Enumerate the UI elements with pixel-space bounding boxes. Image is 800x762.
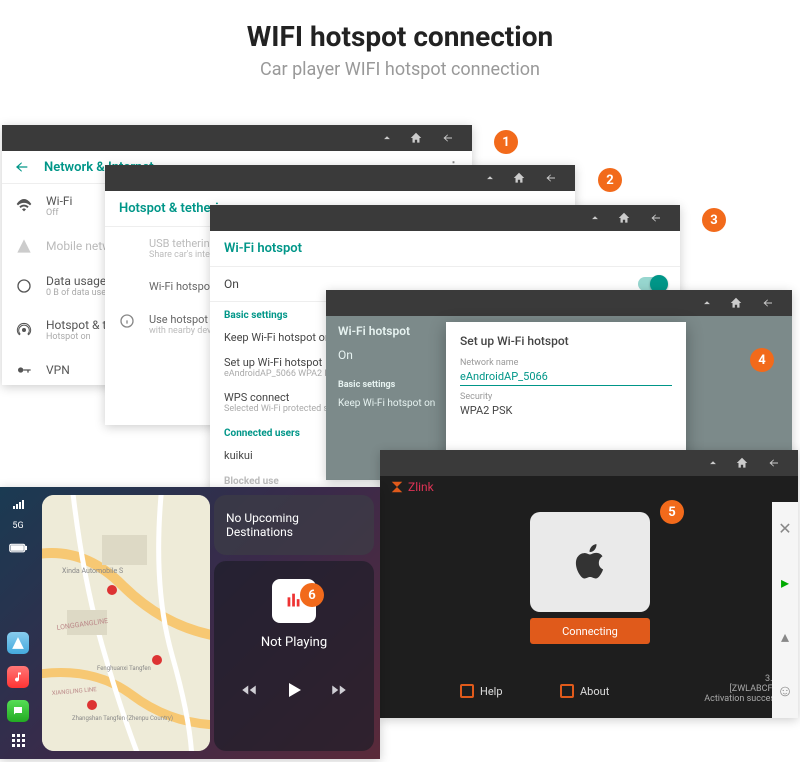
back-icon[interactable] — [764, 457, 784, 469]
android-nav-bar — [210, 205, 680, 231]
security-select[interactable]: WPA2 PSK — [460, 402, 672, 419]
wifi-icon — [16, 198, 32, 214]
signal-icon — [16, 238, 32, 254]
svg-text:Fenghuanxi Tangfen: Fenghuanxi Tangfen — [97, 665, 151, 672]
android-nav-bar — [2, 125, 472, 151]
face-icon[interactable]: ☺ — [777, 681, 793, 701]
hotspot-icon — [16, 322, 32, 338]
chevron-up-icon[interactable] — [700, 296, 714, 310]
up-icon[interactable]: ▴ — [781, 627, 789, 646]
dialog-title: Set up Wi-Fi hotspot — [460, 334, 672, 348]
prev-track-icon[interactable] — [238, 681, 260, 699]
svg-text:Xinda Automobile S: Xinda Automobile S — [62, 567, 123, 575]
step-badge-4: 4 — [750, 348, 774, 372]
now-playing-card[interactable]: Not Playing — [214, 561, 374, 751]
home-icon[interactable] — [616, 211, 632, 225]
apps-grid-icon[interactable] — [12, 734, 25, 747]
chevron-up-icon[interactable] — [706, 456, 720, 470]
apple-icon — [569, 537, 611, 587]
connecting-button[interactable]: Connecting — [530, 618, 650, 644]
step-badge-5: 5 — [660, 500, 684, 524]
battery-icon — [9, 543, 27, 553]
setup-hotspot-dialog: Set up Wi-Fi hotspot Network name eAndro… — [446, 322, 686, 470]
back-icon[interactable] — [438, 132, 458, 144]
about-icon — [560, 684, 574, 698]
hotspot-toggle[interactable] — [638, 277, 666, 291]
maps-app-icon[interactable] — [7, 632, 29, 654]
music-app-icon[interactable] — [7, 666, 29, 688]
chevron-up-icon[interactable] — [588, 211, 602, 225]
network-name-input[interactable]: eAndroidAP_5066 — [460, 368, 672, 386]
carplay-sidebar: 5G — [0, 487, 36, 759]
step-badge-2: 2 — [598, 168, 622, 192]
zlink-logo-icon — [390, 480, 404, 494]
android-nav-bar — [326, 290, 792, 316]
android-nav-bar — [105, 165, 575, 191]
step6-carplay-panel: 5G Xinda Automobile — [0, 487, 380, 759]
back-icon[interactable] — [758, 297, 778, 309]
not-playing-label: Not Playing — [261, 635, 327, 650]
chevron-up-icon[interactable] — [380, 131, 394, 145]
info-icon — [119, 313, 135, 329]
right-toolbar: ✕ ▸ ▴ ☺ — [772, 502, 798, 718]
help-button[interactable]: Help — [460, 684, 503, 698]
map-view[interactable]: Xinda Automobile S LONGGANGLINE XIANGLIN… — [42, 495, 210, 751]
page-subtitle: Car player WIFI hotspot connection — [0, 59, 800, 80]
step5-zlink-panel: Zlink Connecting Help About 3.8.34 [ZWLA… — [380, 450, 798, 718]
step3-title: Wi-Fi hotspot — [210, 231, 680, 267]
messages-app-icon[interactable] — [7, 700, 29, 722]
home-icon[interactable] — [408, 131, 424, 145]
forward-icon[interactable]: ▸ — [781, 573, 789, 592]
back-arrow-icon[interactable] — [14, 159, 30, 175]
help-icon — [460, 684, 474, 698]
page-title: WIFI hotspot connection — [0, 0, 800, 53]
step-badge-3: 3 — [702, 208, 726, 232]
zlink-brand: Zlink — [390, 480, 434, 494]
svg-text:Zhangshan Tangfen (Zhenpu Coun: Zhangshan Tangfen (Zhenpu Country) — [72, 715, 173, 722]
step-badge-6: 6 — [300, 583, 324, 607]
home-icon[interactable] — [734, 456, 750, 470]
home-icon[interactable] — [728, 296, 744, 310]
network-label: 5G — [12, 521, 23, 531]
about-button[interactable]: About — [560, 684, 609, 698]
data-usage-icon — [16, 278, 32, 294]
back-icon[interactable] — [541, 172, 561, 184]
back-icon[interactable] — [646, 212, 666, 224]
step-badge-1: 1 — [494, 130, 518, 154]
signal-icon — [13, 499, 24, 509]
apple-device-card[interactable] — [530, 512, 650, 612]
home-icon[interactable] — [511, 171, 527, 185]
play-icon[interactable] — [282, 678, 306, 702]
android-nav-bar — [380, 450, 798, 476]
network-name-label: Network name — [460, 358, 672, 368]
chevron-up-icon[interactable] — [483, 171, 497, 185]
close-icon[interactable]: ✕ — [778, 519, 791, 538]
security-label: Security — [460, 392, 672, 402]
next-track-icon[interactable] — [328, 681, 350, 699]
key-icon — [16, 362, 32, 378]
destinations-card[interactable]: No Upcoming Destinations — [214, 495, 374, 555]
